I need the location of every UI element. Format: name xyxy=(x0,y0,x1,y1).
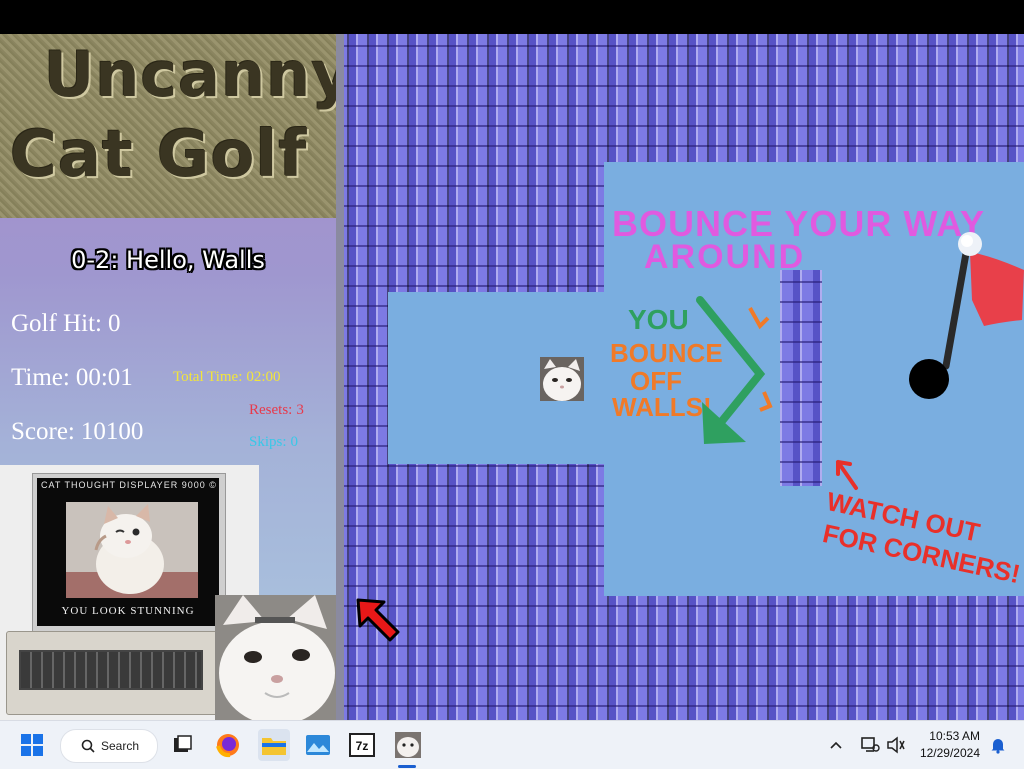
level-title: 0-2: Hello, Walls xyxy=(71,246,265,274)
time-value: 00:01 xyxy=(75,364,133,391)
cat-app-icon[interactable] xyxy=(392,729,424,761)
inner-wall-pillar xyxy=(780,270,822,486)
orange-note-line-2: OFF xyxy=(630,366,682,396)
game-logo: Uncanny Cat Golf xyxy=(0,34,336,218)
search-label: Search xyxy=(101,739,140,753)
computer-keyboard xyxy=(6,631,226,715)
skips-stat: Skips: 0 xyxy=(249,434,298,451)
cat-ball[interactable] xyxy=(540,357,584,401)
clock-time[interactable]: 10:53 AM xyxy=(929,729,980,743)
headline-line-1: BOUNCE YOUR WAY xyxy=(612,203,986,244)
volume-icon[interactable] xyxy=(880,729,912,761)
total-time-stat: Total Time: 02:00 xyxy=(173,369,281,386)
resets-value: 3 xyxy=(296,402,304,418)
score-label: Score: xyxy=(11,418,75,445)
clock-date[interactable]: 12/29/2024 xyxy=(920,746,980,760)
screen-caption: YOU LOOK STUNNING xyxy=(61,605,195,617)
hud-panel: Uncanny Cat Golf 0-2: Hello, Walls Golf … xyxy=(0,34,336,720)
winking-cat-image xyxy=(66,502,198,598)
screen-title: CAT THOUGHT DISPLAYER 9000 © xyxy=(41,480,217,490)
time-stat: Time: 00:01 xyxy=(11,364,133,392)
keyboard-keys xyxy=(19,650,203,690)
headline-line-2: AROUND xyxy=(644,238,806,276)
skips-value: 0 xyxy=(290,434,299,450)
score-value: 10100 xyxy=(80,418,144,445)
resets-stat: Resets: 3 xyxy=(249,402,304,419)
chevron-up-icon[interactable] xyxy=(820,729,852,761)
green-note: YOU xyxy=(628,304,689,335)
total-time-value: 02:00 xyxy=(246,369,281,385)
firefox-icon[interactable] xyxy=(212,729,244,761)
file-explorer-icon[interactable] xyxy=(258,729,290,761)
golf-hit-stat: Golf Hit: 0 xyxy=(11,310,120,338)
svg-text:7z: 7z xyxy=(356,739,369,753)
panel-separator xyxy=(336,34,344,720)
golf-hit-label: Golf Hit: xyxy=(11,310,102,337)
score-stat: Score: 10100 xyxy=(11,418,143,446)
aim-arrow-cursor xyxy=(356,598,400,642)
photos-icon[interactable] xyxy=(302,729,334,761)
total-time-label: Total Time: xyxy=(173,369,243,385)
task-view-icon[interactable] xyxy=(166,729,198,761)
logo-line-2: Cat Golf xyxy=(10,118,308,192)
resets-label: Resets: xyxy=(249,402,293,418)
staring-cat-face xyxy=(215,595,336,720)
staring-cat-image xyxy=(215,595,336,720)
time-label: Time: xyxy=(11,364,70,391)
game-field[interactable]: BOUNCE YOUR WAY AROUND YOU BOUNCE OFF WA… xyxy=(336,34,1024,720)
search-icon xyxy=(81,739,95,753)
red-corner-arrow xyxy=(836,460,858,490)
notification-bell-icon[interactable] xyxy=(982,729,1014,761)
golf-hole xyxy=(909,359,949,399)
computer-monitor: CAT THOUGHT DISPLAYER 9000 © YOU LOOK ST… xyxy=(32,473,226,633)
golf-flag xyxy=(942,232,1024,370)
taskbar-search[interactable]: Search xyxy=(60,729,158,763)
taskbar: Search 7z 10:53 AM 12/29/2024 xyxy=(0,720,1024,769)
windows-start-icon[interactable] xyxy=(16,729,48,761)
7zip-icon[interactable]: 7z xyxy=(346,729,378,761)
golf-hit-value: 0 xyxy=(107,310,121,337)
computer-screen: CAT THOUGHT DISPLAYER 9000 © YOU LOOK ST… xyxy=(37,478,219,626)
logo-line-1: Uncanny xyxy=(44,38,336,111)
skips-label: Skips: xyxy=(249,434,287,450)
green-bounce-arrow xyxy=(696,296,773,444)
